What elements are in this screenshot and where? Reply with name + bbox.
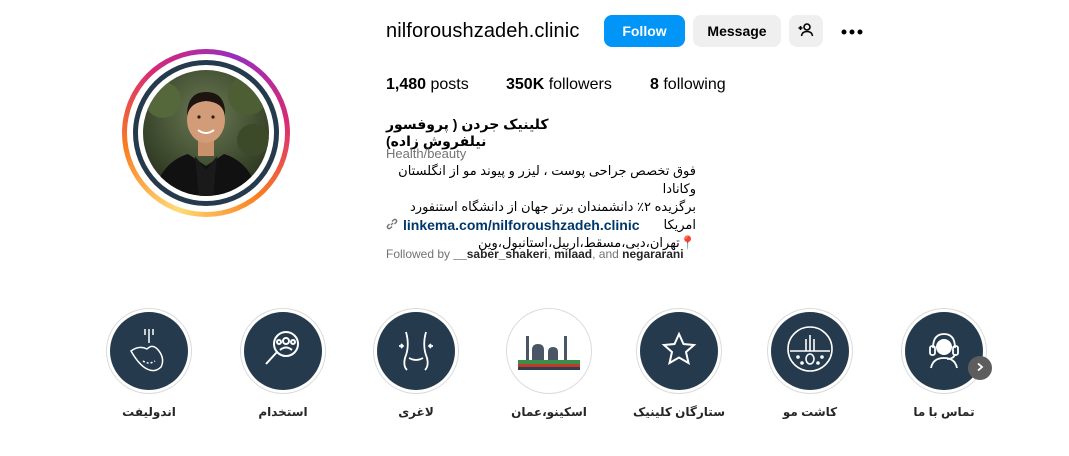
suggest-user-button[interactable] (789, 15, 823, 47)
face-lift-icon (121, 321, 177, 382)
highlight-skino-oman[interactable]: اسکینو،عمان (499, 308, 599, 419)
following-stat[interactable]: 8 following (650, 76, 726, 94)
profile-avatar[interactable] (122, 49, 290, 217)
body-slim-icon (391, 324, 441, 379)
followed-by-user: negararani (622, 247, 684, 261)
profile-username: nilforoushzadeh.clinic (386, 20, 580, 42)
following-count: 8 (650, 76, 659, 93)
highlight-hair-transplant[interactable]: کاشت مو (760, 308, 860, 419)
bio-line: فوق تخصص جراحی پوست ، لیزر و پیوند مو از… (398, 163, 696, 196)
profile-category: Health/beauty (386, 146, 467, 161)
hair-follicle-icon (782, 321, 838, 382)
profile-full-name: کلینیک جردن ( پروفسور نیلفروش زاده) (386, 116, 549, 149)
highlight-label: تماس با ما (913, 405, 975, 419)
followed-by-user: __saber_shakeri (453, 247, 548, 261)
followed-by-prefix: Followed by (386, 247, 454, 261)
highlight-endolift[interactable]: اندولیفت (99, 308, 199, 419)
posts-stat: 1,480 posts (386, 76, 469, 94)
posts-count: 1,480 (386, 76, 427, 93)
profile-link[interactable]: linkema.com/nilforoushzadeh.clinic (386, 217, 640, 233)
more-icon (841, 22, 863, 40)
followed-by[interactable]: Followed by __saber_shakeri, milaad, and… (386, 247, 684, 261)
followers-label: followers (548, 76, 612, 93)
highlight-label: اندولیفت (122, 405, 176, 419)
message-button[interactable]: Message (693, 15, 781, 47)
posts-label: posts (430, 76, 469, 93)
profile-bio: فوق تخصص جراحی پوست ، لیزر و پیوند مو از… (386, 162, 696, 252)
search-people-icon (258, 324, 308, 379)
followers-stat[interactable]: 350K followers (506, 76, 612, 94)
highlights-next-button[interactable] (968, 356, 992, 380)
mosque-skyline-icon (510, 312, 588, 390)
highlight-label: اسکینو،عمان (511, 405, 587, 419)
highlight-label: لاغری (398, 405, 434, 419)
link-icon (386, 217, 398, 233)
support-agent-icon (921, 326, 967, 377)
followers-count: 350K (506, 76, 545, 93)
highlight-hiring[interactable]: استخدام (233, 308, 333, 419)
following-label: following (663, 76, 726, 93)
chevron-right-icon (975, 359, 985, 377)
add-user-icon (798, 22, 814, 41)
highlight-clinic-stars[interactable]: ستارگان کلینیک (629, 308, 729, 419)
follow-button[interactable]: Follow (604, 15, 685, 47)
more-options-button[interactable] (838, 20, 866, 42)
avatar-photo (143, 70, 269, 196)
highlight-label: کاشت مو (782, 405, 838, 419)
highlight-label: استخدام (258, 405, 308, 419)
star-icon (659, 329, 699, 374)
profile-link-text: linkema.com/nilforoushzadeh.clinic (403, 217, 640, 233)
followed-by-user: milaad (554, 247, 593, 261)
highlight-label: ستارگان کلینیک (632, 405, 726, 419)
highlight-slimming[interactable]: لاغری (366, 308, 466, 419)
followed-by-separator: , and (592, 247, 623, 261)
